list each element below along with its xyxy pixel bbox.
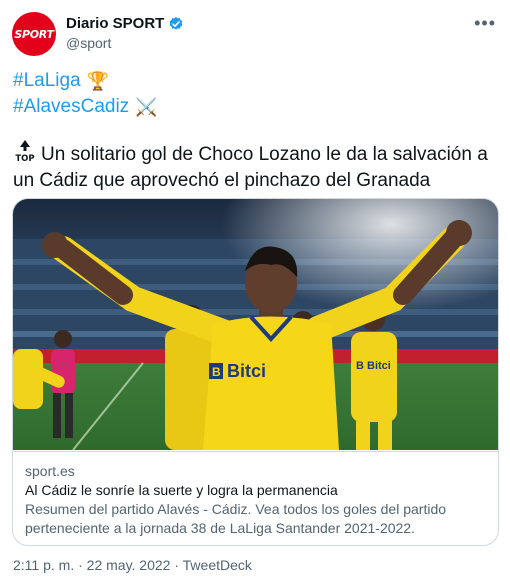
verified-badge-icon xyxy=(169,16,183,30)
hashtag-alavescadiz[interactable]: #AlavesCadiz xyxy=(13,94,129,120)
top-label: TOP xyxy=(15,154,34,162)
card-title: Al Cádiz le sonríe la suerte y logra la … xyxy=(25,482,338,498)
tweet-timestamp[interactable]: 2:11 p. m. · 22 may. 2022 · TweetDeck xyxy=(13,557,252,573)
author-handle[interactable]: @sport xyxy=(66,35,111,51)
svg-text:B: B xyxy=(212,365,221,379)
card-description: Resumen del partido Alavés - Cádiz. Vea … xyxy=(25,501,447,536)
avatar[interactable]: SPORT xyxy=(12,12,56,56)
hashtag-laliga[interactable]: #LaLiga xyxy=(13,68,81,94)
hashtag-alavescadiz-line: #AlavesCadiz ⚔️ xyxy=(13,94,158,120)
card-image[interactable]: B Bitci B Bitci xyxy=(13,199,498,450)
crossed-swords-icon: ⚔️ xyxy=(135,97,158,117)
tweet: SPORT Diario SPORT @sport ••• #LaLiga 🏆 … xyxy=(0,0,510,580)
shirt-sponsor-text: Bitci xyxy=(227,361,266,381)
top-arrow-icon: TOP xyxy=(15,140,35,162)
card-domain: sport.es xyxy=(25,463,75,479)
tweet-body: Un solitario gol de Choco Lozano le da l… xyxy=(13,144,488,191)
hashtag-laliga-line: #LaLiga 🏆 xyxy=(13,68,158,94)
trophy-icon: 🏆 xyxy=(86,71,110,91)
author-name-label: Diario SPORT xyxy=(66,15,165,32)
avatar-logo-text: SPORT xyxy=(14,27,54,41)
card-meta[interactable]: sport.es Al Cádiz le sonríe la suerte y … xyxy=(13,451,498,545)
more-options-icon[interactable]: ••• xyxy=(474,14,496,32)
author-name[interactable]: Diario SPORT xyxy=(66,15,184,32)
hashtags: #LaLiga 🏆 #AlavesCadiz ⚔️ xyxy=(13,68,158,120)
tweet-text: TOP Un solitario gol de Choco Lozano le … xyxy=(13,140,497,194)
link-card[interactable]: B Bitci B Bitci sport.es Al Cádiz le son… xyxy=(12,198,499,546)
svg-text:B Bitci: B Bitci xyxy=(356,360,391,372)
